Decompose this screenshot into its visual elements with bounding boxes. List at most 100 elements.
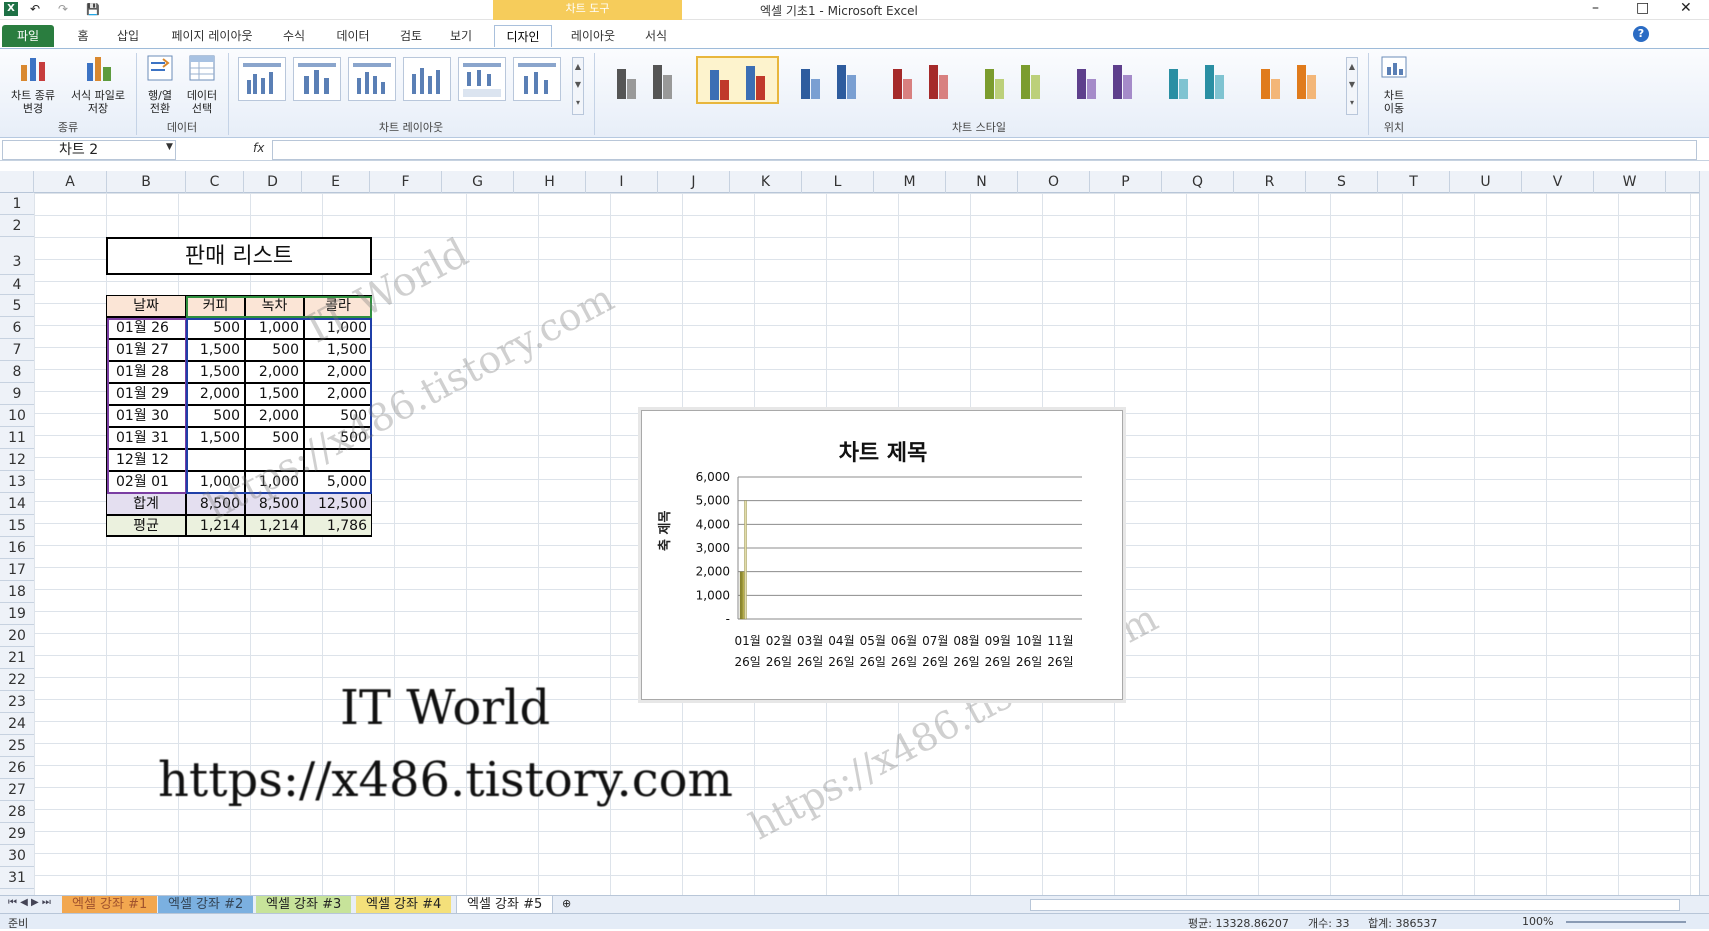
name-box-dropdown-icon[interactable]: ▼ xyxy=(166,142,173,152)
total-label-cell[interactable]: 합계 xyxy=(106,493,186,515)
column-header[interactable]: T xyxy=(1378,171,1450,193)
row-header[interactable]: 12 xyxy=(0,449,34,471)
column-header[interactable]: D xyxy=(244,171,302,193)
row-header[interactable]: 14 xyxy=(0,493,34,515)
table-header-cell[interactable]: 녹차 xyxy=(245,295,304,317)
row-header[interactable]: 30 xyxy=(0,845,34,867)
chart-layout-3[interactable] xyxy=(348,57,396,101)
row-header[interactable]: 24 xyxy=(0,713,34,735)
average-cell[interactable]: 1,214 xyxy=(245,515,304,537)
row-header[interactable]: 13 xyxy=(0,471,34,493)
chart-style-multicolor[interactable] xyxy=(696,56,779,104)
zoom-slider[interactable] xyxy=(1566,921,1686,923)
name-box[interactable]: 차트 2 xyxy=(2,140,176,160)
save-as-template-button[interactable]: 서식 파일로 저장 xyxy=(64,53,132,115)
close-icon[interactable]: ✕ xyxy=(1680,0,1692,16)
save-icon[interactable]: 💾 xyxy=(86,3,100,16)
tab-insert[interactable]: 삽입 xyxy=(110,25,146,47)
sheet-nav-arrows[interactable]: ⏮ ◀ ▶ ⏭ xyxy=(8,897,51,908)
chart-layout-2[interactable] xyxy=(293,57,341,101)
tab-layout[interactable]: 레이아웃 xyxy=(562,25,624,47)
row-header[interactable]: 28 xyxy=(0,801,34,823)
column-header[interactable]: W xyxy=(1594,171,1666,193)
tab-review[interactable]: 검토 xyxy=(396,25,426,47)
sheet-tab-active[interactable]: 엑셀 강좌 #5 xyxy=(456,896,554,914)
help-icon[interactable]: ? xyxy=(1633,26,1649,42)
column-header[interactable]: E xyxy=(302,171,370,193)
style-gallery-scroll[interactable]: ▲ ▼ ▾ xyxy=(1346,57,1358,115)
row-header[interactable]: 2 xyxy=(0,215,34,237)
move-chart-button[interactable]: 차트 이동 xyxy=(1374,53,1414,115)
row-header[interactable]: 1 xyxy=(0,193,34,215)
column-header[interactable]: K xyxy=(730,171,802,193)
greentea-cell[interactable]: 1,000 xyxy=(245,317,304,339)
greentea-cell[interactable]: 500 xyxy=(245,339,304,361)
coffee-cell[interactable] xyxy=(186,449,245,471)
column-header[interactable]: J xyxy=(658,171,730,193)
row-header[interactable]: 26 xyxy=(0,757,34,779)
chart-style-purple[interactable] xyxy=(1064,56,1147,104)
column-header[interactable]: Q xyxy=(1162,171,1234,193)
select-all-corner[interactable] xyxy=(0,171,34,193)
column-header[interactable]: B xyxy=(107,171,186,193)
row-header[interactable]: 31 xyxy=(0,867,34,889)
column-header[interactable]: H xyxy=(514,171,586,193)
greentea-cell[interactable]: 1,500 xyxy=(245,383,304,405)
row-header[interactable]: 21 xyxy=(0,647,34,669)
coffee-cell[interactable]: 1,500 xyxy=(186,361,245,383)
sheet-tab[interactable]: 엑셀 강좌 #1 xyxy=(62,896,158,914)
insert-sheet-icon[interactable]: ⊕ xyxy=(562,897,571,910)
row-header[interactable]: 29 xyxy=(0,823,34,845)
row-header[interactable]: 11 xyxy=(0,427,34,449)
maximize-icon[interactable]: □ xyxy=(1636,0,1649,16)
tab-home[interactable]: 홈 xyxy=(68,25,98,47)
chart-style-blue[interactable] xyxy=(788,56,871,104)
chart-style-green[interactable] xyxy=(972,56,1055,104)
row-header[interactable]: 16 xyxy=(0,537,34,559)
tab-file[interactable]: 파일 xyxy=(2,25,54,47)
column-header[interactable]: G xyxy=(442,171,514,193)
table-header-cell[interactable]: 날짜 xyxy=(106,295,186,317)
date-cell[interactable]: 01월 28일 xyxy=(106,361,186,401)
select-data-button[interactable]: 데이터 선택 xyxy=(182,53,222,115)
table-header-cell[interactable]: 커피 xyxy=(186,295,245,317)
tab-data[interactable]: 데이터 xyxy=(332,25,374,47)
column-header[interactable]: I xyxy=(586,171,658,193)
row-header[interactable]: 15 xyxy=(0,515,34,537)
chart-layout-1[interactable] xyxy=(238,57,286,101)
date-cell[interactable]: 01월 30일 xyxy=(106,405,186,445)
row-header[interactable]: 17 xyxy=(0,559,34,581)
row-header[interactable]: 6 xyxy=(0,317,34,339)
zoom-level[interactable]: 100% xyxy=(1522,915,1553,928)
row-header[interactable]: 5 xyxy=(0,295,34,317)
coffee-cell[interactable]: 2,000 xyxy=(186,383,245,405)
row-header[interactable]: 27 xyxy=(0,779,34,801)
row-header[interactable]: 22 xyxy=(0,669,34,691)
average-cell[interactable]: 1,786 xyxy=(304,515,372,537)
date-cell[interactable]: 12월 12일 xyxy=(106,449,186,489)
coffee-cell[interactable]: 500 xyxy=(186,405,245,427)
coffee-cell[interactable]: 1,500 xyxy=(186,427,245,449)
row-header[interactable]: 3 xyxy=(0,237,34,275)
tab-view[interactable]: 보기 xyxy=(446,25,476,47)
date-cell[interactable]: 01월 27일 xyxy=(106,339,186,379)
column-header[interactable]: P xyxy=(1090,171,1162,193)
tab-format[interactable]: 서식 xyxy=(638,25,674,47)
sheet-tab[interactable]: 엑셀 강좌 #2 xyxy=(158,896,254,914)
row-header[interactable]: 9 xyxy=(0,383,34,405)
average-label-cell[interactable]: 평균 xyxy=(106,515,186,537)
redo-icon[interactable]: ↷ xyxy=(58,2,68,16)
vertical-scrollbar[interactable] xyxy=(1699,171,1709,895)
column-header[interactable]: S xyxy=(1306,171,1378,193)
date-cell[interactable]: 01월 29일 xyxy=(106,383,186,423)
row-header[interactable]: 10 xyxy=(0,405,34,427)
coffee-cell[interactable]: 500 xyxy=(186,317,245,339)
layout-gallery-scroll[interactable]: ▲ ▼ ▾ xyxy=(572,57,584,115)
change-chart-type-button[interactable]: 차트 종류 변경 xyxy=(4,53,62,115)
formula-input[interactable] xyxy=(272,140,1697,160)
row-header[interactable]: 19 xyxy=(0,603,34,625)
row-header[interactable]: 25 xyxy=(0,735,34,757)
date-cell[interactable]: 01월 26일 xyxy=(106,317,186,357)
column-header[interactable]: F xyxy=(370,171,442,193)
chart-style-teal[interactable] xyxy=(1156,56,1239,104)
